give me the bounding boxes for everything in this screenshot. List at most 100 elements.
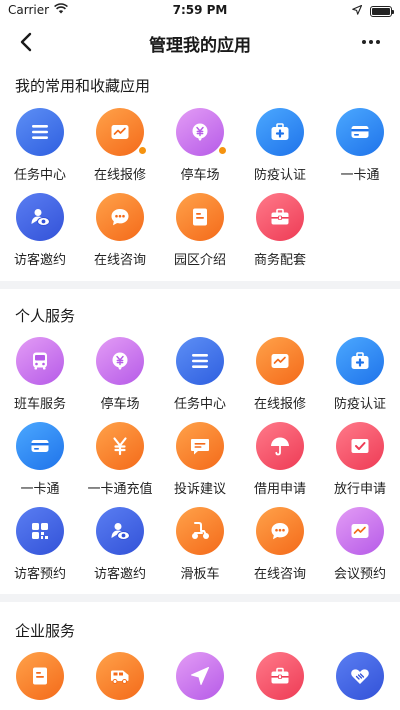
app-label: 停车场 — [100, 397, 140, 412]
app-tile[interactable]: 访客邀约 — [0, 193, 80, 278]
document-icon — [16, 652, 64, 700]
app-label: 在线咨询 — [253, 567, 306, 582]
app-tile[interactable]: 在线咨询 — [80, 193, 160, 278]
app-label: 商务配套 — [253, 253, 306, 268]
message-lines-icon — [176, 422, 224, 470]
umbrella-icon — [256, 422, 304, 470]
app-label: 一卡通 — [20, 482, 60, 497]
briefcase-icon — [256, 652, 304, 700]
notification-dot — [139, 147, 146, 154]
more-dot — [362, 40, 366, 44]
app-label: 会议预约 — [333, 567, 386, 582]
personal-services-grid: 班车服务 停车场 任务中心 在线报修 防疫认证一卡通 一卡通充值 投诉建议 借用申请 放行申请访… — [0, 337, 400, 592]
app-tile[interactable]: 一卡通充值 — [80, 422, 160, 507]
chart-card-icon — [96, 108, 144, 156]
app-label: 班车服务 — [13, 397, 66, 412]
visitor-eye-icon — [16, 193, 64, 241]
page-title: 管理我的应用 — [149, 36, 251, 56]
bus-icon — [16, 337, 64, 385]
card-icon — [16, 422, 64, 470]
van-icon — [96, 652, 144, 700]
yen-icon — [96, 422, 144, 470]
app-tile[interactable]: 商务配套 — [240, 652, 320, 710]
app-tile[interactable]: 访客邀约 — [80, 507, 160, 592]
app-tile[interactable]: 任务中心 — [160, 337, 240, 422]
app-tile[interactable]: 会议预约 — [320, 507, 400, 592]
chat-bubble-icon — [96, 193, 144, 241]
enterprise-services-grid: 园区介绍企业服务政策导引商务配套招商服务 — [0, 652, 400, 710]
section-title-favorites: 我的常用和收藏应用 — [15, 77, 151, 95]
handshake-heart-icon — [336, 652, 384, 700]
yen-tag-icon — [96, 337, 144, 385]
app-label: 园区介绍 — [173, 253, 226, 268]
chart-card-icon — [256, 337, 304, 385]
medical-kit-icon — [256, 108, 304, 156]
app-tile[interactable]: 访客预约 — [0, 507, 80, 592]
app-tile[interactable]: 在线咨询 — [240, 507, 320, 592]
briefcase-icon — [256, 193, 304, 241]
chart-card-icon — [336, 507, 384, 555]
list-icon — [176, 337, 224, 385]
section-divider — [0, 281, 400, 289]
app-tile[interactable]: 园区介绍 — [160, 193, 240, 278]
visitor-eye-icon — [96, 507, 144, 555]
app-tile[interactable]: 放行申请 — [320, 422, 400, 507]
app-label: 在线咨询 — [93, 253, 146, 268]
scooter-icon — [176, 507, 224, 555]
app-tile[interactable]: 在线报修 — [80, 108, 160, 193]
app-label: 借用申请 — [253, 482, 306, 497]
check-card-icon — [336, 422, 384, 470]
app-tile[interactable]: 商务配套 — [240, 193, 320, 278]
app-label: 停车场 — [180, 168, 220, 183]
more-dot — [369, 40, 373, 44]
app-tile[interactable]: 借用申请 — [240, 422, 320, 507]
app-label: 访客预约 — [13, 567, 66, 582]
more-dot — [376, 40, 380, 44]
app-label: 一卡通充值 — [87, 482, 153, 497]
app-label: 一卡通 — [340, 168, 380, 183]
app-tile[interactable]: 政策导引 — [160, 652, 240, 710]
app-label: 防疫认证 — [253, 168, 306, 183]
document-icon — [176, 193, 224, 241]
yen-tag-icon — [176, 108, 224, 156]
app-tile[interactable]: 停车场 — [80, 337, 160, 422]
medical-kit-icon — [336, 337, 384, 385]
app-tile[interactable]: 一卡通 — [0, 422, 80, 507]
card-icon — [336, 108, 384, 156]
favorites-grid: 任务中心 在线报修 停车场 防疫认证 一卡通访客邀约 在线咨询 园区介绍 商务配套 — [0, 108, 400, 278]
app-label: 访客邀约 — [93, 567, 146, 582]
app-tile[interactable]: 班车服务 — [0, 337, 80, 422]
app-label: 在线报修 — [93, 168, 146, 183]
app-tile[interactable]: 企业服务 — [80, 652, 160, 710]
location-arrow-icon — [352, 4, 363, 18]
app-label: 任务中心 — [13, 168, 66, 183]
app-tile[interactable]: 任务中心 — [0, 108, 80, 193]
app-label: 访客邀约 — [13, 253, 66, 268]
more-button[interactable] — [356, 28, 386, 56]
list-icon — [16, 108, 64, 156]
app-label: 防疫认证 — [333, 397, 386, 412]
section-title-personal: 个人服务 — [15, 307, 76, 325]
qr-grid-icon — [16, 507, 64, 555]
app-label: 在线报修 — [253, 397, 306, 412]
battery-icon — [370, 5, 394, 17]
section-divider — [0, 594, 400, 602]
app-tile[interactable]: 一卡通 — [320, 108, 400, 193]
app-tile[interactable]: 防疫认证 — [240, 108, 320, 193]
section-title-enterprise: 企业服务 — [15, 622, 76, 640]
app-tile[interactable]: 招商服务 — [320, 652, 400, 710]
navigation-bar: 管理我的应用 — [0, 20, 400, 64]
app-tile[interactable]: 滑板车 — [160, 507, 240, 592]
app-tile[interactable]: 防疫认证 — [320, 337, 400, 422]
app-tile[interactable]: 投诉建议 — [160, 422, 240, 507]
app-tile[interactable]: 园区介绍 — [0, 652, 80, 710]
app-tile[interactable]: 停车场 — [160, 108, 240, 193]
notification-dot — [219, 147, 226, 154]
status-bar: Carrier 7:59 PM — [0, 0, 400, 20]
app-label: 投诉建议 — [173, 482, 226, 497]
app-tile[interactable]: 在线报修 — [240, 337, 320, 422]
status-time: 7:59 PM — [172, 3, 228, 17]
app-label: 放行申请 — [333, 482, 386, 497]
navigation-arrow-icon — [176, 652, 224, 700]
chat-bubble-icon — [256, 507, 304, 555]
